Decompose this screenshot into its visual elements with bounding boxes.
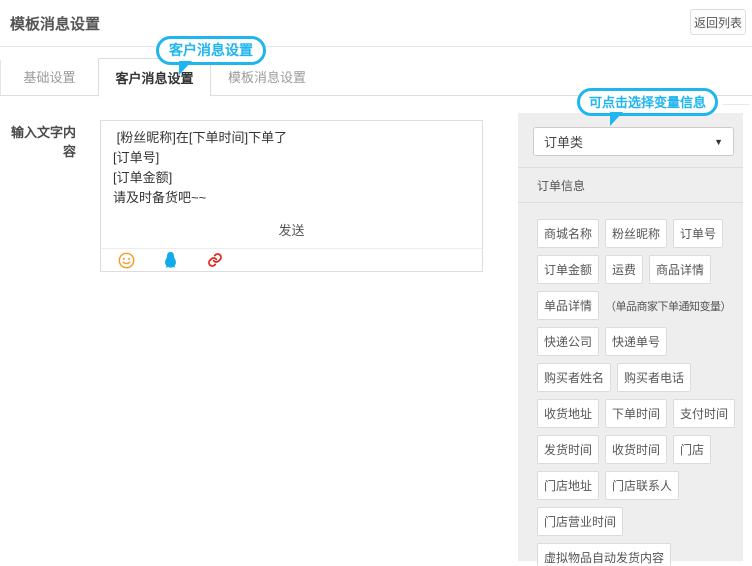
variable-button[interactable]: 收货时间 (605, 435, 668, 464)
tab-basic-settings[interactable]: 基础设置 (1, 60, 98, 96)
variable-category-select[interactable]: 订单类 ▼ (533, 127, 734, 156)
variable-category-value: 订单类 (544, 135, 584, 150)
variable-button[interactable]: 订单号 (673, 219, 724, 248)
link-icon[interactable] (206, 252, 223, 269)
variable-row: 商城名称 粉丝昵称 订单号 (537, 219, 735, 248)
variable-row: 收货地址 下单时间 支付时间 (537, 399, 736, 428)
variable-button[interactable]: 订单金额 (537, 255, 600, 284)
variable-row: 门店地址 门店联系人 (537, 471, 735, 500)
send-label: 发送 (278, 223, 305, 238)
emoji-icon[interactable] (118, 252, 135, 269)
variable-button[interactable]: 粉丝昵称 (605, 219, 668, 248)
variable-button[interactable]: 收货地址 (537, 399, 600, 428)
variable-row: 购买者姓名 购买者电话 (537, 363, 735, 392)
variable-row: 虚拟物品自动发货内容 (537, 543, 735, 566)
message-editor[interactable]: [粉丝昵称]在[下单时间]下单了 [订单号] [订单金额] 请及时备货吧~~ 发… (100, 120, 483, 272)
variable-button[interactable]: 单品详情 (537, 291, 600, 320)
callout-customer-message-settings: 客户消息设置 (156, 36, 266, 75)
variable-row: 发货时间 收货时间 门店 (537, 435, 735, 464)
variable-button[interactable]: 下单时间 (605, 399, 668, 428)
editor-toolbar (101, 248, 482, 271)
variable-button[interactable]: 门店地址 (537, 471, 600, 500)
callout-variable-info: 可点击选择变量信息 (577, 88, 719, 126)
variable-button[interactable]: 支付时间 (673, 399, 736, 428)
header-divider (0, 46, 752, 47)
message-content-label: 输入文字内容 (10, 125, 76, 159)
variable-button[interactable]: 快递单号 (605, 327, 668, 356)
variable-button[interactable]: 购买者姓名 (537, 363, 612, 392)
variable-button[interactable]: 快递公司 (537, 327, 600, 356)
page-title: 模板消息设置 (10, 16, 101, 33)
variable-section-title: 订单信息 (518, 167, 743, 203)
variable-button[interactable]: 虚拟物品自动发货内容 (537, 543, 672, 566)
variable-button[interactable]: 商品详情 (649, 255, 712, 284)
small-divider (723, 104, 749, 105)
tab-template-message-settings[interactable]: 模板消息设置 (211, 60, 323, 96)
variable-row: 门店营业时间 (537, 507, 735, 536)
message-text[interactable]: [粉丝昵称]在[下单时间]下单了 [订单号] [订单金额] 请及时备货吧~~ (101, 121, 482, 208)
variable-button[interactable]: 门店营业时间 (537, 507, 624, 536)
chevron-down-icon: ▼ (714, 136, 723, 147)
variable-button[interactable]: 购买者电话 (617, 363, 692, 392)
variable-button[interactable]: 运费 (605, 255, 644, 284)
variable-note: （单品商家下单通知变量） (605, 300, 732, 313)
variable-button[interactable]: 发货时间 (537, 435, 600, 464)
variable-button[interactable]: 商城名称 (537, 219, 600, 248)
variable-button-list: 商城名称 粉丝昵称 订单号 订单金额 运费 商品详情 单品详情 （单品商家下单通知变量） 快递公… (518, 203, 743, 566)
back-to-list-button[interactable]: 返回列表 (690, 9, 746, 35)
qq-icon[interactable] (162, 252, 179, 269)
variable-panel: 订单类 ▼ 订单信息 商城名称 粉丝昵称 订单号 订单金额 运费 商品详情 单品详情 （单品商… (518, 113, 743, 566)
variable-row: 订单金额 运费 商品详情 (537, 255, 735, 284)
variable-button[interactable]: 门店联系人 (605, 471, 680, 500)
variable-row: 快递公司 快递单号 (537, 327, 735, 356)
variable-button[interactable]: 门店 (673, 435, 712, 464)
template-message-settings-page: 模板消息设置 返回列表 基础设置 客户消息设置 模板消息设置 客户消息设置 可点… (0, 0, 752, 566)
variable-row: 单品详情 （单品商家下单通知变量） (537, 291, 735, 320)
